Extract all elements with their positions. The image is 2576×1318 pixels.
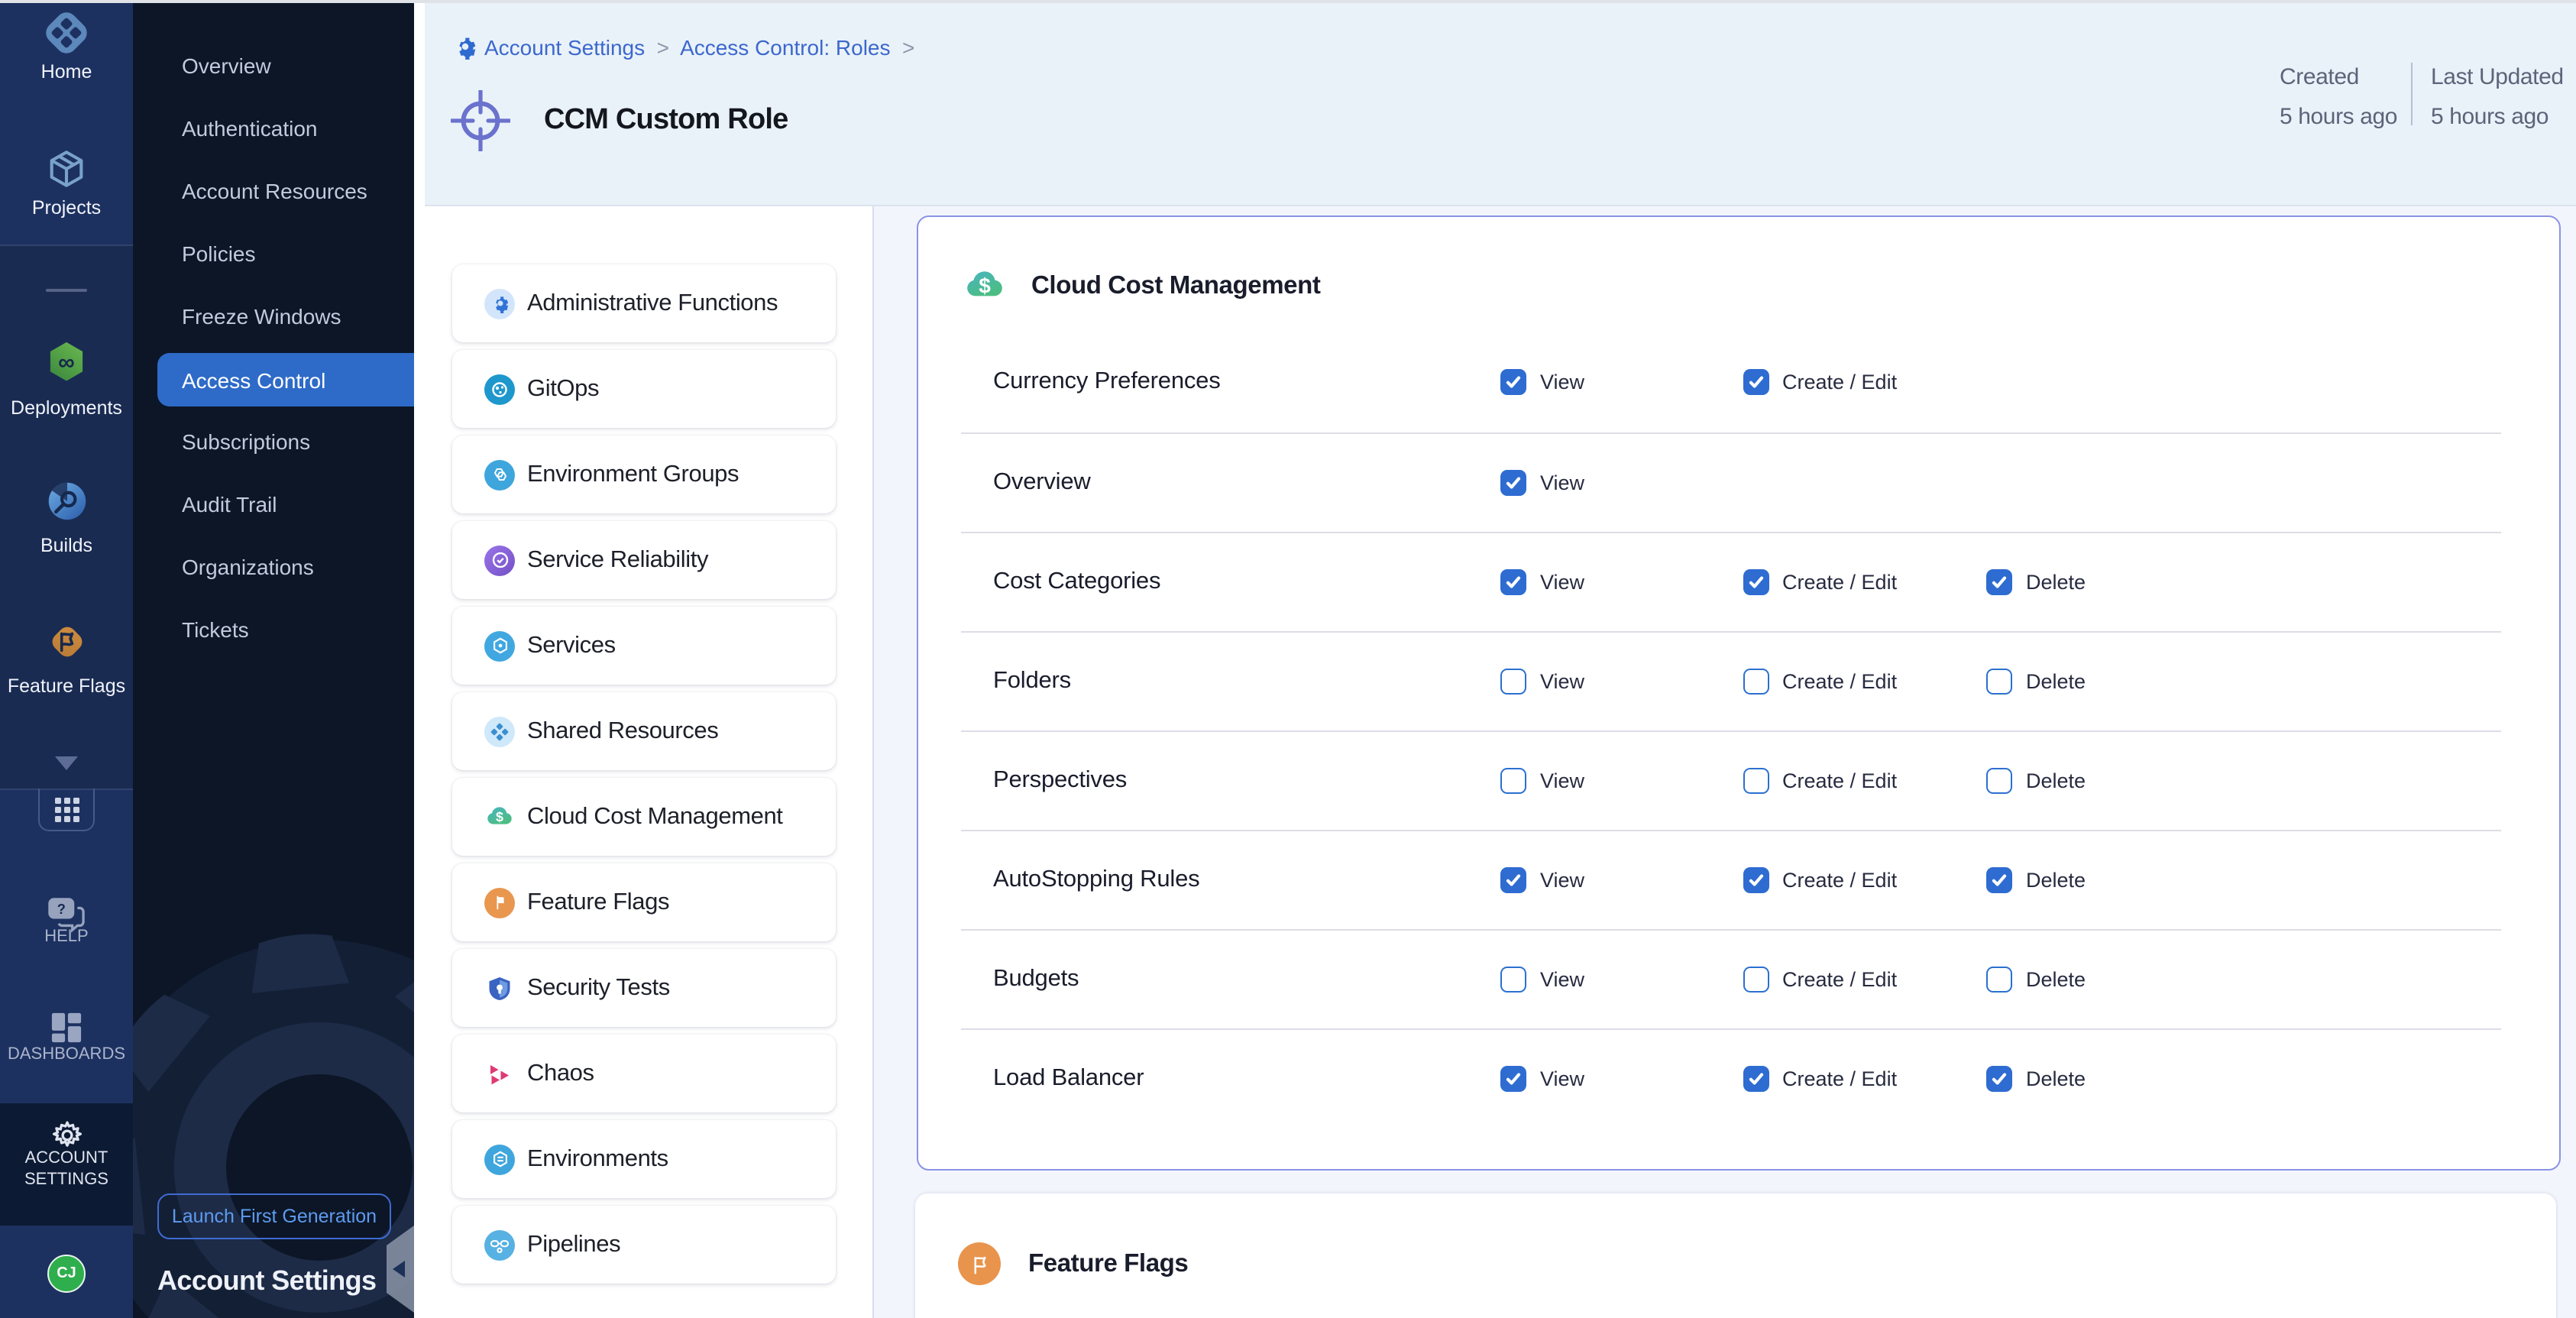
svg-text:∞: ∞ xyxy=(58,350,75,375)
svg-text:$: $ xyxy=(978,273,990,296)
svg-text:?: ? xyxy=(57,901,66,917)
svg-text:$: $ xyxy=(496,808,503,824)
